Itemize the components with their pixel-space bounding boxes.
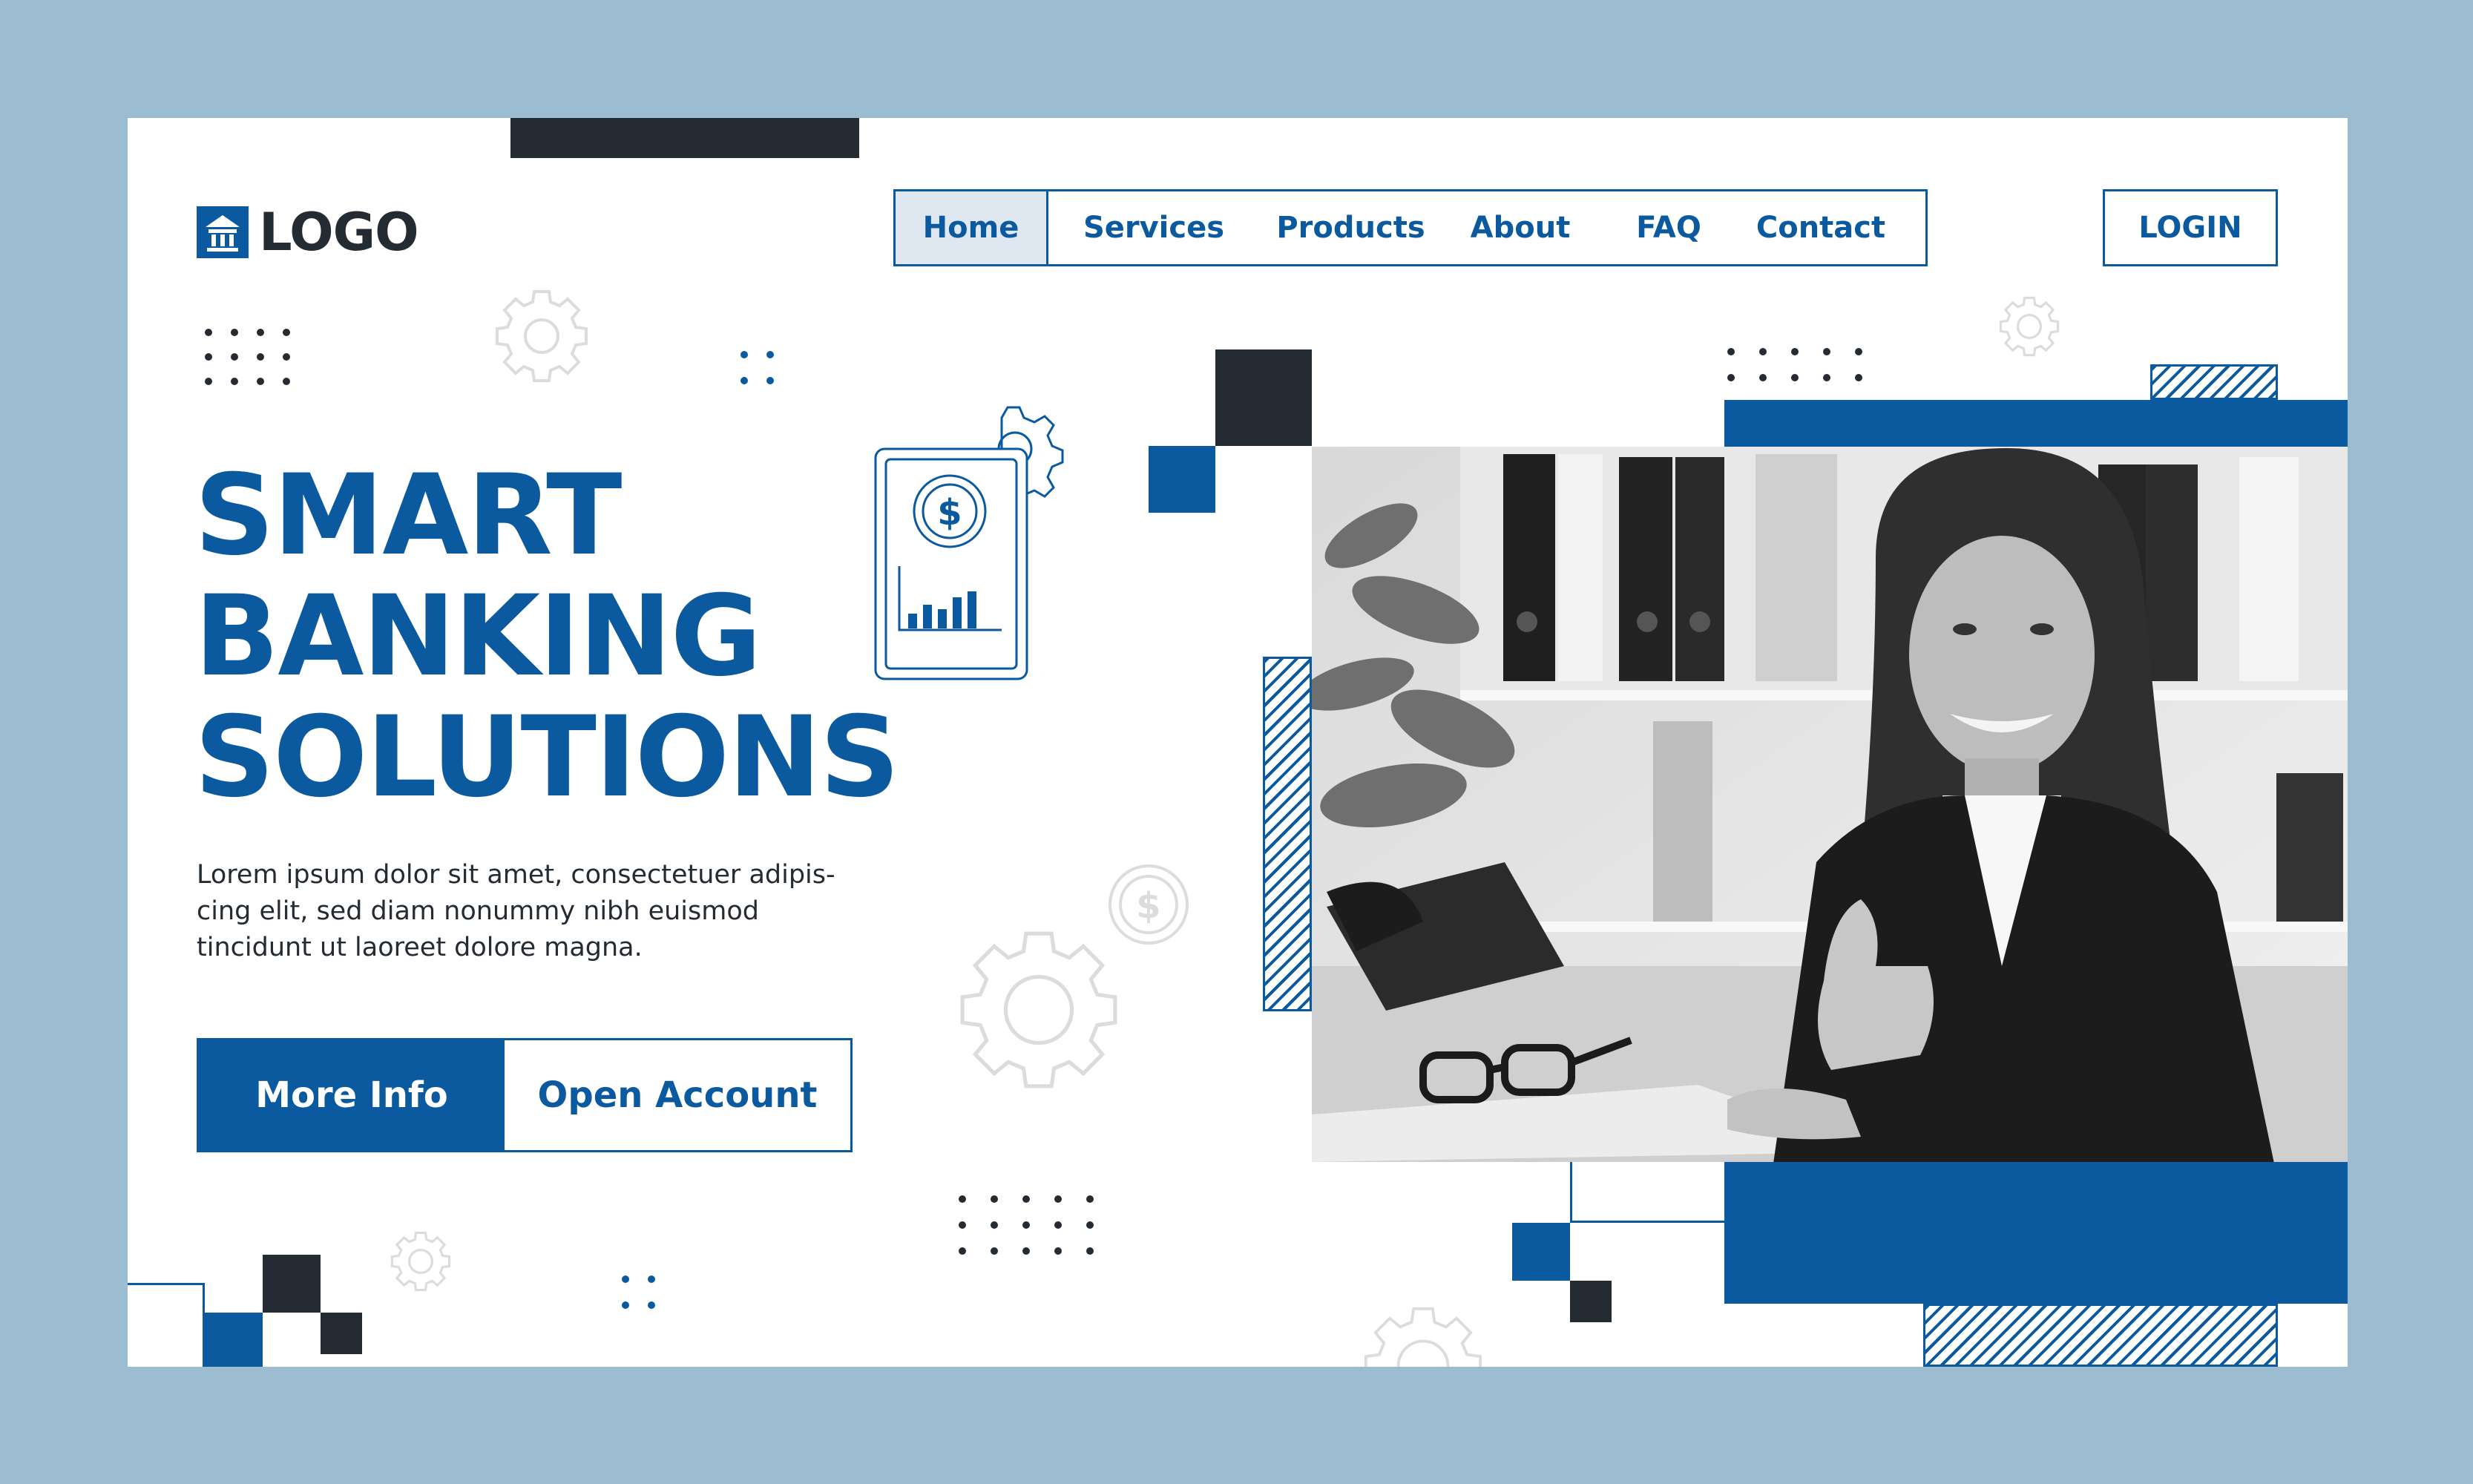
open-account-button[interactable]: Open Account [505, 1040, 850, 1150]
businesswoman-photo [1312, 447, 2348, 1162]
decor-square [1512, 1223, 1570, 1281]
gear-icon [1364, 1307, 1482, 1367]
nav-item-products[interactable]: Products [1259, 191, 1442, 264]
nav-item-faq[interactable]: FAQ [1598, 191, 1739, 264]
nav-item-about[interactable]: About [1442, 191, 1598, 264]
login-button[interactable]: LOGIN [2103, 189, 2278, 266]
decor-square [205, 1313, 263, 1367]
decor-top-bar [510, 118, 859, 158]
more-info-button[interactable]: More Info [199, 1040, 505, 1150]
hero-headline: SMART BANKING SOLUTIONS [194, 451, 900, 822]
gear-icon [1999, 296, 2060, 357]
headline-line: BANKING [194, 572, 762, 701]
dollar-coin-icon: $ [1109, 864, 1189, 945]
hero-description: Lorem ipsum dolor sit amet, consectetuer… [197, 860, 835, 962]
hero-cta-group: More Info Open Account [197, 1038, 853, 1152]
decor-square [1570, 1281, 1612, 1322]
headline-line: SMART [194, 451, 622, 580]
nav-item-contact[interactable]: Contact [1739, 191, 1902, 264]
main-nav: Home Services Products About FAQ Contact [893, 189, 1928, 266]
decor-hatch [1923, 1304, 2278, 1367]
logo-text: LOGO [259, 202, 419, 263]
svg-text:$: $ [937, 492, 962, 533]
svg-text:$: $ [1136, 885, 1160, 927]
decor-dots [622, 1275, 655, 1309]
bank-icon [197, 206, 249, 258]
logo[interactable]: LOGO [197, 202, 419, 263]
decor-square [263, 1255, 321, 1313]
decor-dots [740, 351, 774, 384]
decor-square [1149, 446, 1215, 513]
decor-hatch [1263, 657, 1312, 1011]
decor-hatch [2150, 364, 2278, 400]
nav-item-services[interactable]: Services [1048, 191, 1259, 264]
decor-dots [1727, 348, 1862, 381]
decor-bar [1724, 400, 2348, 447]
gear-icon [960, 931, 1117, 1089]
landing-page: LOGO Home Services Products About FAQ Co… [128, 118, 2348, 1367]
gear-icon [390, 1231, 451, 1292]
phone-finance-icon: $ [874, 406, 1064, 680]
decor-square [1215, 349, 1312, 446]
decor-dots [959, 1195, 1094, 1255]
decor-bar [1724, 1162, 2348, 1304]
decor-square [321, 1313, 362, 1354]
hero-photo [1312, 447, 2348, 1162]
headline-line: SOLUTIONS [194, 693, 900, 822]
decor-outline [128, 1283, 205, 1367]
gear-icon [496, 290, 588, 382]
nav-item-home[interactable]: Home [896, 191, 1048, 264]
decor-outline [1570, 1162, 1724, 1223]
decor-dots [205, 329, 290, 385]
